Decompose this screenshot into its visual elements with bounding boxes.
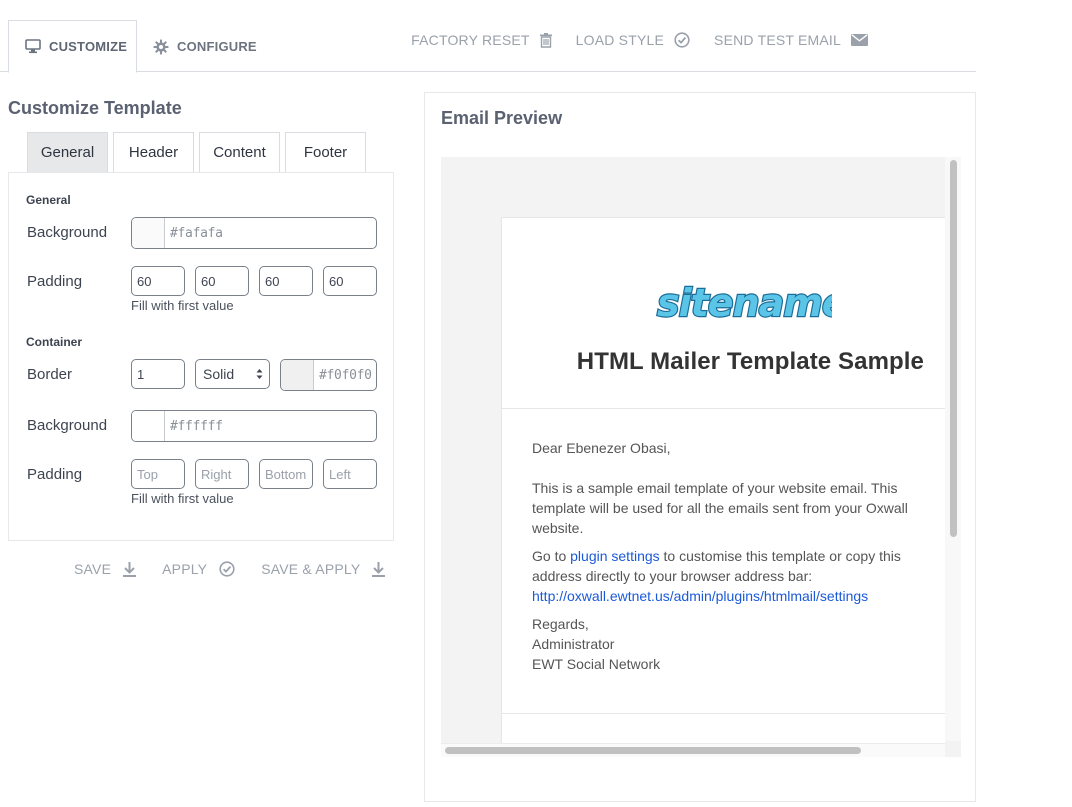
container-background-label: Background <box>27 417 108 434</box>
save-apply-label: SAVE & APPLY <box>261 561 361 577</box>
tab-customize-label: CUSTOMIZE <box>49 39 128 54</box>
general-padding-right-input[interactable]: 60 <box>195 266 249 296</box>
svg-text:sitename: sitename <box>657 281 832 325</box>
container-padding-hint: Fill with first value <box>131 491 234 506</box>
email-paragraph: http://oxwall.ewtnet.us/admin/plugins/ht… <box>532 586 922 606</box>
settings-url-link[interactable]: http://oxwall.ewtnet.us/admin/plugins/ht… <box>532 588 868 604</box>
send-test-email-button[interactable]: SEND TEST EMAIL <box>714 30 868 50</box>
gear-icon <box>153 39 169 54</box>
email-paragraph: This is a sample email template of your … <box>532 480 908 536</box>
email-preview-title: Email Preview <box>441 108 563 128</box>
email-container: sitename HTML Mailer Template Sample Dea… <box>501 217 946 757</box>
download-icon <box>372 561 386 577</box>
container-padding-left-input[interactable]: Left <box>323 459 377 489</box>
container-border-color-input[interactable]: #f0f0f0 <box>280 359 377 391</box>
email-text: Go to <box>532 548 571 564</box>
general-group-label: General <box>26 193 71 207</box>
container-background-value: #ffffff <box>170 418 223 434</box>
save-button[interactable]: SAVE <box>74 559 137 579</box>
load-style-label: LOAD STYLE <box>575 32 665 48</box>
apply-label: APPLY <box>162 561 208 577</box>
container-border-label: Border <box>27 366 73 383</box>
container-border-style-select[interactable]: Solid <box>195 359 270 389</box>
load-style-button[interactable]: LOAD STYLE <box>576 30 690 50</box>
vertical-scrollbar-track[interactable] <box>945 157 961 741</box>
email-signature-org: EWT Social Network <box>532 656 661 672</box>
customize-template-title: Customize Template <box>8 98 182 118</box>
vertical-scrollbar-thumb[interactable] <box>950 160 957 537</box>
email-preview-panel: Email Preview sitename HTML Mailer Templ… <box>424 92 976 802</box>
check-circle-icon <box>219 561 235 577</box>
email-regards: Regards, <box>532 616 589 632</box>
email-preview-frame[interactable]: sitename HTML Mailer Template Sample Dea… <box>441 157 961 757</box>
toolbar: FACTORY RESET LOAD STYLE SEND TEST EMAIL <box>411 30 868 50</box>
sub-tab-content[interactable]: Content <box>199 132 280 172</box>
container-background-color-input[interactable]: #ffffff <box>131 410 377 442</box>
save-label: SAVE <box>74 561 112 577</box>
container-border-width-input[interactable]: 1 <box>131 359 185 389</box>
color-swatch[interactable] <box>132 218 165 248</box>
container-group-label: Container <box>26 335 83 349</box>
monitor-icon <box>25 39 41 54</box>
container-padding-top-input[interactable]: Top <box>131 459 185 489</box>
select-arrows-icon <box>256 369 263 379</box>
save-and-apply-button[interactable]: SAVE & APPLY <box>261 559 386 579</box>
color-swatch[interactable] <box>132 411 165 441</box>
email-body: Dear Ebenezer Obasi, This is a sample em… <box>532 438 922 674</box>
factory-reset-label: FACTORY RESET <box>411 32 530 48</box>
general-padding-bottom-input[interactable]: 60 <box>259 266 313 296</box>
horizontal-scrollbar-thumb[interactable] <box>445 747 861 754</box>
envelope-icon <box>851 34 868 46</box>
top-tab-bar: CUSTOMIZE CONFIGURE FACTORY RESET LOAD S… <box>0 0 976 73</box>
general-padding-left-input[interactable]: 60 <box>323 266 377 296</box>
border-style-value: Solid <box>203 366 235 382</box>
container-padding-bottom-input[interactable]: Bottom <box>259 459 313 489</box>
customize-sub-tabs: General Header Content Footer <box>27 132 366 172</box>
tab-customize[interactable]: CUSTOMIZE <box>8 20 137 73</box>
plugin-settings-link[interactable]: plugin settings <box>570 548 660 564</box>
tab-configure[interactable]: CONFIGURE <box>137 20 273 73</box>
download-icon <box>123 561 137 577</box>
email-divider <box>502 713 946 714</box>
general-padding-hint: Fill with first value <box>131 298 234 313</box>
email-heading: HTML Mailer Template Sample <box>576 348 924 375</box>
check-circle-icon <box>674 32 690 48</box>
container-border-color-value: #f0f0f0 <box>319 367 372 383</box>
horizontal-scrollbar-track[interactable] <box>441 743 945 757</box>
trash-icon <box>539 32 552 48</box>
email-greeting: Dear Ebenezer Obasi, <box>532 440 671 456</box>
sub-tab-footer[interactable]: Footer <box>285 132 366 172</box>
factory-reset-button[interactable]: FACTORY RESET <box>411 30 552 50</box>
settings-panel: General Background #fafafa Padding 60 60… <box>8 172 394 541</box>
general-background-value: #fafafa <box>170 225 223 241</box>
email-divider <box>502 408 946 409</box>
general-padding-top-input[interactable]: 60 <box>131 266 185 296</box>
sitename-logo: sitename <box>656 280 832 326</box>
general-background-label: Background <box>27 224 108 241</box>
container-padding-right-input[interactable]: Right <box>195 459 249 489</box>
tab-configure-label: CONFIGURE <box>177 39 257 54</box>
customize-actions: SAVE APPLY SAVE & APPLY <box>74 559 386 579</box>
general-background-color-input[interactable]: #fafafa <box>131 217 377 249</box>
apply-button[interactable]: APPLY <box>162 559 235 579</box>
email-paragraph: Go to plugin settings to customise this … <box>532 546 922 586</box>
sub-tab-general[interactable]: General <box>27 132 108 172</box>
sub-tab-header[interactable]: Header <box>113 132 194 172</box>
send-test-email-label: SEND TEST EMAIL <box>714 32 841 48</box>
color-swatch[interactable] <box>281 360 314 390</box>
container-padding-label: Padding <box>27 466 83 483</box>
email-signature-name: Administrator <box>532 636 615 652</box>
general-padding-label: Padding <box>27 273 83 290</box>
